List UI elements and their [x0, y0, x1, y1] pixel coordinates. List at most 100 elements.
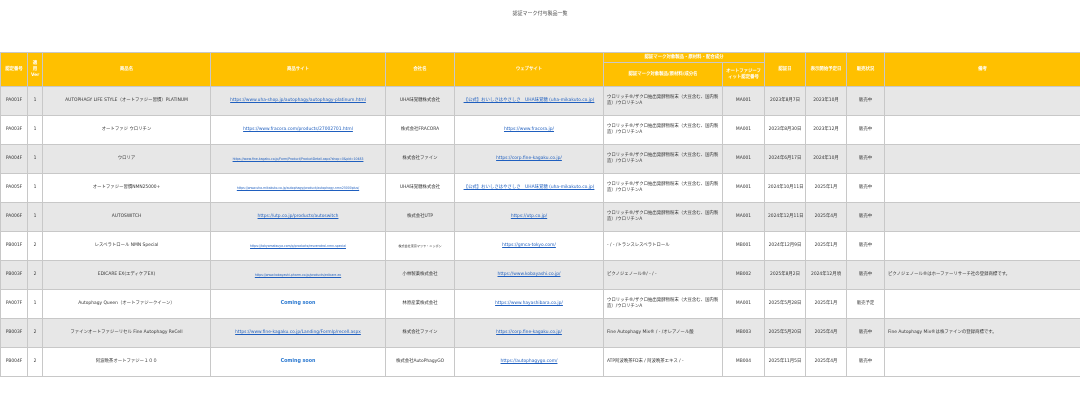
- sales-status-cell: 販売中: [846, 86, 886, 116]
- cert-number-cell: PB001F: [0, 231, 28, 261]
- cert-date-cell: 2024年6月17日: [764, 144, 807, 174]
- company-cell: 株式会社AutoPhagyGO: [385, 347, 455, 377]
- cert-date-cell: 2025年11月5日: [764, 347, 807, 377]
- coming-soon-label: Coming soon: [210, 289, 386, 319]
- table-row: PA004F 1 ウロリア https://www.fine-kagaku.co…: [0, 144, 1080, 174]
- cert-date-cell: 2024年10月11日: [764, 173, 807, 203]
- cert-date-cell: 2025年5月20日: [764, 318, 807, 348]
- sales-status-cell: 販売中: [846, 231, 886, 261]
- sales-status-cell: 販売中: [846, 347, 886, 377]
- product-name-cell: ウロリア: [42, 144, 211, 174]
- header-ingredient: 認証マーク対象製品/原材料/成分名: [603, 62, 723, 87]
- remarks-cell: [884, 347, 1080, 377]
- cert-number-cell: PA003F: [0, 115, 28, 145]
- fit-number-cell: MB002: [721, 260, 766, 290]
- company-cell: UHA味覚糖株式会社: [385, 173, 455, 203]
- version-cell: 2: [27, 347, 43, 377]
- display-start-cell: 2025年4月: [805, 202, 848, 232]
- remarks-cell: [884, 231, 1080, 261]
- header-group-cert-mark: 認証マーク対象製品・原材料・配合成分: [602, 52, 766, 63]
- sales-status-cell: 販売予定: [846, 289, 886, 319]
- remarks-cell: [884, 289, 1080, 319]
- display-start-cell: 2023年10月: [805, 86, 848, 116]
- cert-date-cell: 2024年12月11日: [764, 202, 807, 232]
- table-body: PA001F 1 AUTOPHAGY LIFE STYLE（オートファジー習慣）…: [0, 86, 1080, 377]
- remarks-cell: [884, 173, 1080, 203]
- remarks-cell: ピクノジェノール®はホーファーリサーチ社の登録商標です。: [884, 260, 1080, 290]
- website-link[interactable]: https://www.kobayashi.co.jp/: [454, 260, 604, 290]
- fit-number-cell: MA001: [721, 289, 766, 319]
- sales-status-cell: 販売中: [846, 173, 886, 203]
- sales-status-cell: 販売中: [846, 144, 886, 174]
- header-remarks: 備考: [884, 52, 1080, 87]
- header-company: 会社名: [385, 52, 455, 87]
- ingredient-cell: ピクノジェノール®/ - / -: [603, 260, 723, 290]
- product-site-link[interactable]: https://tokyomatsuya.com/p/products/resv…: [210, 231, 386, 261]
- table-row: PA003F 1 オートファジ ウロリチン https://www.fracor…: [0, 115, 1080, 145]
- fit-number-cell: MA001: [721, 202, 766, 232]
- remarks-cell: [884, 202, 1080, 232]
- website-link[interactable]: https://www.hayashibara.co.jp/: [454, 289, 604, 319]
- table-row: PA005F 1 オートファジー習慣NMN25000+ https://www.…: [0, 173, 1080, 203]
- website-link[interactable]: https://autophagygo.com/: [454, 347, 604, 377]
- product-name-cell: EDICARE EX(エディケアEX): [42, 260, 211, 290]
- product-name-cell: レスベラトロール NMN Special: [42, 231, 211, 261]
- product-site-link[interactable]: https://www.fine-kagaku.co.jp/Landing/Fo…: [210, 318, 386, 348]
- website-link[interactable]: https://corp.fine-kagaku.co.jp/: [454, 144, 604, 174]
- cert-number-cell: PA004F: [0, 144, 28, 174]
- cert-date-cell: 2025年5月28日: [764, 289, 807, 319]
- header-cert-number: 認定番号: [0, 52, 28, 87]
- website-link[interactable]: https://www.fracora.jp/: [454, 115, 604, 145]
- cert-number-cell: PA001F: [0, 86, 28, 116]
- product-name-cell: オートファジ ウロリチン: [42, 115, 211, 145]
- product-name-cell: ファインオートファジーリセル Fine Autophagy ReCell: [42, 318, 211, 348]
- product-name-cell: AUTOPHAGY LIFE STYLE（オートファジー習慣）PLATINUM: [42, 86, 211, 116]
- website-link[interactable]: 【公式】おいしさはやさしさ UHA味覚糖 (uha-mikakuto.co.jp…: [454, 173, 604, 203]
- header-row-group: 認定番号 適用Ver 商品名 商品サイト 会社名 ウェブサイト 認証マーク対象製…: [0, 52, 1080, 87]
- version-cell: 2: [27, 318, 43, 348]
- version-cell: 1: [27, 289, 43, 319]
- cert-number-cell: PB003F: [0, 318, 28, 348]
- product-site-link[interactable]: https://www.fine-kagaku.co.jp/Form/Produ…: [210, 144, 386, 174]
- header-autophagy-fit-number: オートファジーフィット認定番号: [721, 62, 766, 87]
- company-cell: 株式会社ファイン: [385, 144, 455, 174]
- ingredient-cell: ウロリッチ®/ザクロ抽出発酵物粉末（大豆含む、国内製造）/ウロリチンA: [603, 202, 723, 232]
- product-site-link[interactable]: https://www.uha-mikakuto.co.jp/autophagy…: [210, 173, 386, 203]
- ingredient-cell: ウロリッチ®/ザクロ抽出発酵物粉末（大豆含む、国内製造）/ウロリチンA: [603, 289, 723, 319]
- display-start-cell: 2024年10月: [805, 144, 848, 174]
- product-name-cell: オートファジー習慣NMN25000+: [42, 173, 211, 203]
- website-link[interactable]: https://gmca-tokyo.com/: [454, 231, 604, 261]
- fit-number-cell: MB003: [721, 318, 766, 348]
- cert-number-cell: PB004F: [0, 347, 28, 377]
- product-site-link[interactable]: https://utp.co.jp/products/autoswitch: [210, 202, 386, 232]
- website-link[interactable]: 【公式】おいしさはやさしさ UHA味覚糖 (uha-mikakuto.co.jp…: [454, 86, 604, 116]
- company-cell: 株式会社UTP: [385, 202, 455, 232]
- ingredient-cell: Fine Autophagy Mix® / - /オレアノール酸: [603, 318, 723, 348]
- remarks-cell: [884, 115, 1080, 145]
- header-display-start: 表示開始予定日: [805, 52, 848, 87]
- product-site-link[interactable]: https://www.kobayashi-pharm.co.jp/produc…: [210, 260, 386, 290]
- fit-number-cell: MB001: [721, 231, 766, 261]
- product-site-link[interactable]: https://www.uha-shop.jp/autophagy/autoph…: [210, 86, 386, 116]
- cert-date-cell: 2023年8月30日: [764, 115, 807, 145]
- website-link[interactable]: https://utp.co.jp/: [454, 202, 604, 232]
- version-cell: 1: [27, 173, 43, 203]
- display-start-cell: 2025年1月: [805, 231, 848, 261]
- product-site-link[interactable]: https://www.fracora.com/products/2700270…: [210, 115, 386, 145]
- remarks-cell: Fine Autophagy Mix®は株ファインの登録商標です。: [884, 318, 1080, 348]
- ingredient-cell: - / - /トランスレスベラトロール: [603, 231, 723, 261]
- table-row: PA006F 1 AUTOSWITCH https://utp.co.jp/pr…: [0, 202, 1080, 232]
- header-sales-status: 販売状況: [846, 52, 886, 87]
- table-row: PB003F 2 ファインオートファジーリセル Fine Autophagy R…: [0, 318, 1080, 348]
- fit-number-cell: MA001: [721, 173, 766, 203]
- remarks-cell: [884, 144, 1080, 174]
- header-website: ウェブサイト: [454, 52, 604, 87]
- coming-soon-label: Coming soon: [210, 347, 386, 377]
- website-link[interactable]: https://corp.fine-kagaku.co.jp/: [454, 318, 604, 348]
- table-row: PB003F 2 EDICARE EX(エディケアEX) https://www…: [0, 260, 1080, 290]
- product-name-cell: 阿波晩茶オートファジー１００: [42, 347, 211, 377]
- ingredient-cell: ウロリッチ®/ザクロ抽出発酵物粉末（大豆含む、国内製造）/ウロリチンA: [603, 115, 723, 145]
- cert-date-cell: 2025年8月2日: [764, 260, 807, 290]
- product-name-cell: Autophagy Queen（オートファジークイーン）: [42, 289, 211, 319]
- fit-number-cell: MB004: [721, 347, 766, 377]
